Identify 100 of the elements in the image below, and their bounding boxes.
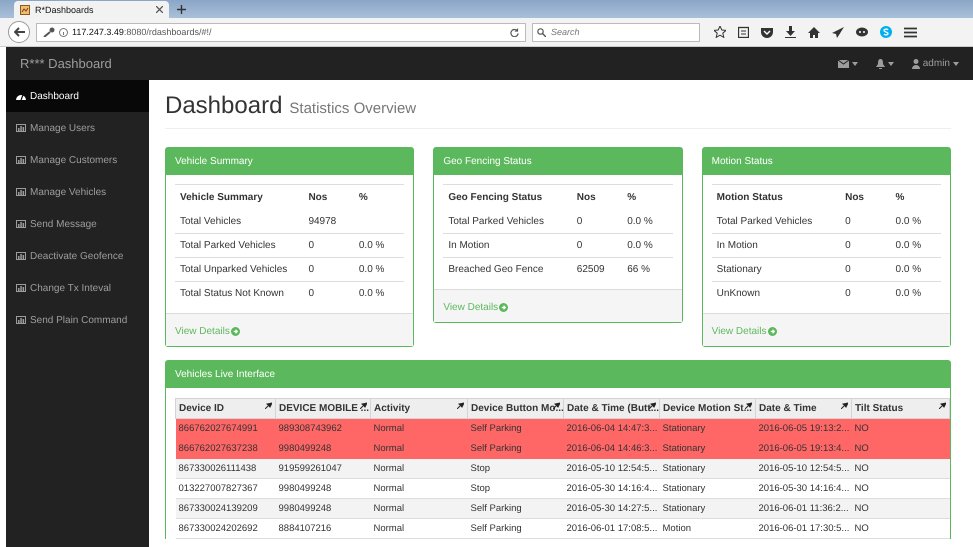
table-cell: Normal bbox=[370, 438, 468, 458]
table-cell: Total Status Not Known bbox=[175, 282, 304, 305]
table-cell: 0 bbox=[840, 234, 891, 258]
column-header[interactable]: Tilt Status bbox=[852, 398, 950, 418]
pin-icon[interactable] bbox=[649, 402, 656, 409]
page-icon bbox=[20, 4, 30, 14]
column-header[interactable]: Activity bbox=[370, 398, 468, 418]
paper-plane-icon[interactable] bbox=[832, 26, 844, 38]
pin-icon[interactable] bbox=[939, 402, 946, 409]
home-icon[interactable] bbox=[808, 26, 820, 38]
table-cell: Total Parked Vehicles bbox=[175, 234, 304, 258]
table-cell: Stationary bbox=[712, 258, 840, 282]
tab-title: R*Dashboards bbox=[35, 4, 95, 14]
sidebar-item[interactable]: Change Tx Inteval bbox=[6, 272, 149, 304]
table-cell: Stationary bbox=[660, 458, 756, 478]
star-icon[interactable] bbox=[714, 26, 726, 38]
table-cell: Motion bbox=[660, 518, 756, 538]
bar-chart-icon bbox=[16, 316, 26, 324]
sidebar-item[interactable]: Manage Vehicles bbox=[6, 176, 149, 208]
table-cell: Stationary bbox=[660, 438, 756, 458]
sidebar-item[interactable]: Send Plain Command bbox=[6, 304, 149, 336]
column-header[interactable]: Date & Time bbox=[756, 398, 852, 418]
table-cell: NO bbox=[852, 418, 950, 438]
table-cell: 9980499248 bbox=[276, 478, 370, 498]
table-cell: 2016-05-30 14:16:4... bbox=[564, 478, 660, 498]
column-header: Vehicle Summary bbox=[175, 184, 304, 210]
table-cell: NO bbox=[852, 438, 950, 458]
back-button[interactable] bbox=[8, 21, 30, 43]
table-cell: 866762027637238 bbox=[176, 438, 276, 458]
pin-icon[interactable] bbox=[553, 402, 560, 409]
close-icon[interactable] bbox=[156, 6, 163, 13]
table-cell: 0.0 % bbox=[890, 234, 941, 258]
pin-icon[interactable] bbox=[360, 402, 367, 409]
table-cell: Self Parking bbox=[468, 498, 564, 518]
table-cell: 2016-05-30 14:27:5... bbox=[564, 498, 660, 518]
brand-title[interactable]: R*** Dashboard bbox=[20, 56, 112, 71]
table-cell: UnKnown bbox=[712, 282, 840, 305]
page-title: Dashboard bbox=[165, 92, 282, 120]
table-cell: 0.0 % bbox=[354, 258, 404, 282]
caret-icon bbox=[953, 62, 959, 66]
column-header[interactable]: Device ID bbox=[176, 398, 276, 418]
address-bar[interactable]: 117.247.3.49:8080/rdashboards/#!/ bbox=[36, 22, 526, 42]
table-cell: 866762027674991 bbox=[176, 418, 276, 438]
sidebar-item[interactable]: Send Message bbox=[6, 208, 149, 240]
clipboard-icon[interactable] bbox=[738, 26, 749, 38]
table-cell: NO bbox=[852, 478, 950, 498]
column-header[interactable]: Device Button Mo... bbox=[468, 398, 564, 418]
table-cell: 0.0 % bbox=[622, 234, 673, 258]
pin-icon[interactable] bbox=[745, 402, 752, 409]
table-cell: Stop bbox=[468, 458, 564, 478]
column-header: Nos bbox=[572, 184, 622, 210]
column-header: % bbox=[354, 184, 404, 210]
table-cell: 0 bbox=[572, 210, 622, 234]
url-text: 117.247.3.49:8080/rdashboards/#!/ bbox=[72, 27, 212, 37]
table-cell: 8884107216 bbox=[276, 518, 370, 538]
arrow-circle-icon bbox=[768, 327, 776, 336]
table-cell: Stationary bbox=[660, 498, 756, 518]
caret-icon bbox=[888, 62, 894, 66]
reload-icon[interactable] bbox=[510, 28, 519, 36]
table-cell: In Motion bbox=[712, 234, 840, 258]
table-cell: 0.0 % bbox=[890, 258, 941, 282]
table-cell: 9980499248 bbox=[276, 438, 370, 458]
column-header[interactable]: DEVICE MOBILE ... bbox=[276, 398, 370, 418]
pin-icon[interactable] bbox=[457, 402, 464, 409]
bar-chart-icon bbox=[16, 124, 26, 132]
envelope-icon bbox=[838, 60, 849, 68]
table-cell: 0 bbox=[303, 282, 354, 305]
column-header[interactable]: Date & Time (Butt... bbox=[564, 398, 660, 418]
table-cell: Normal bbox=[370, 518, 468, 538]
table-cell: 919599261047 bbox=[276, 458, 370, 478]
column-header: Nos bbox=[840, 184, 891, 210]
table-cell: 2016-05-10 12:54:5... bbox=[564, 458, 660, 478]
panel-title: Motion Status bbox=[702, 148, 950, 175]
table-cell: 0 bbox=[303, 258, 354, 282]
new-tab-icon[interactable] bbox=[177, 5, 186, 14]
column-header[interactable]: Device Motion St... bbox=[660, 398, 756, 418]
sidebar-item[interactable]: Deactivate Geofence bbox=[6, 240, 149, 272]
chat-icon[interactable] bbox=[856, 26, 868, 38]
menu-icon[interactable] bbox=[904, 26, 917, 38]
search-field[interactable]: Search bbox=[532, 22, 700, 42]
sidebar-item[interactable]: Manage Users bbox=[6, 112, 149, 144]
alerts-menu[interactable] bbox=[876, 58, 894, 68]
download-icon[interactable] bbox=[785, 26, 796, 38]
sidebar-item[interactable]: Dashboard bbox=[6, 80, 149, 112]
pocket-icon[interactable] bbox=[761, 26, 773, 38]
table-cell: Total Parked Vehicles bbox=[443, 210, 572, 234]
bell-icon bbox=[876, 58, 885, 68]
browser-tab[interactable]: R*Dashboards bbox=[14, 1, 169, 18]
table-cell: Total Vehicles bbox=[175, 210, 304, 234]
table-cell: 0 bbox=[840, 258, 891, 282]
user-menu[interactable]: admin bbox=[912, 58, 959, 69]
sidebar-item[interactable]: Manage Customers bbox=[6, 144, 149, 176]
messages-menu[interactable] bbox=[838, 60, 858, 68]
table-cell: Self Parking bbox=[468, 418, 564, 438]
bar-chart-icon bbox=[16, 284, 26, 292]
pin-icon[interactable] bbox=[265, 402, 272, 409]
pin-icon[interactable] bbox=[841, 402, 848, 409]
table-cell: 0.0 % bbox=[622, 210, 673, 234]
page-subtitle: Statistics Overview bbox=[289, 100, 416, 117]
table-cell: Normal bbox=[370, 498, 468, 518]
